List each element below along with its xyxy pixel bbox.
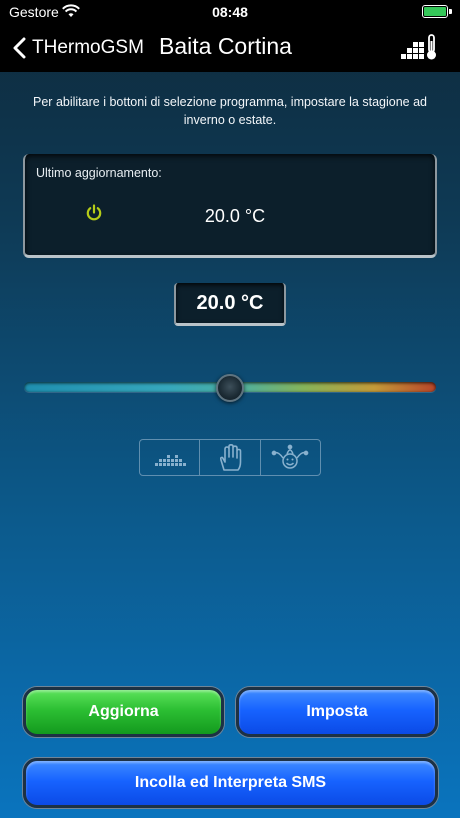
program-bars-icon	[154, 454, 186, 466]
battery-cap	[449, 9, 452, 14]
back-button[interactable]: THermoGSM	[12, 34, 144, 62]
setpoint-temperature: 20.0 °C	[174, 283, 286, 326]
page-title: Baita Cortina	[159, 33, 292, 59]
mode-program-button[interactable]	[140, 440, 201, 475]
program-thermometer-button[interactable]	[400, 33, 440, 61]
current-temperature: 20.0 °C	[204, 206, 266, 226]
temperature-slider-thumb[interactable]	[216, 374, 244, 402]
hand-icon	[219, 443, 242, 471]
chevron-left-icon	[13, 37, 26, 59]
last-update-label: Ultimo aggiornamento:	[36, 166, 162, 180]
back-label: THermoGSM	[32, 37, 144, 58]
program-thermometer-icon	[401, 34, 436, 60]
program-mode-selector	[139, 439, 321, 476]
battery-icon	[422, 5, 448, 18]
navigation-bar: THermoGSM Baita Cortina	[0, 24, 460, 72]
set-button[interactable]: Imposta	[236, 687, 438, 737]
last-update-panel: Ultimo aggiornamento: 20.0 °C	[23, 154, 437, 258]
refresh-button[interactable]: Aggiorna	[23, 687, 224, 737]
season-info-text: Per abilitare i bottoni di selezione pro…	[33, 95, 427, 127]
paste-sms-button[interactable]: Incolla ed Interpreta SMS	[23, 758, 438, 808]
status-bar: Gestore 08:48	[0, 0, 460, 24]
jester-icon	[271, 444, 309, 469]
clock-time: 08:48	[212, 4, 248, 20]
mode-manual-button[interactable]	[200, 440, 261, 475]
mode-holiday-button[interactable]	[261, 440, 320, 475]
battery-level	[424, 7, 446, 16]
